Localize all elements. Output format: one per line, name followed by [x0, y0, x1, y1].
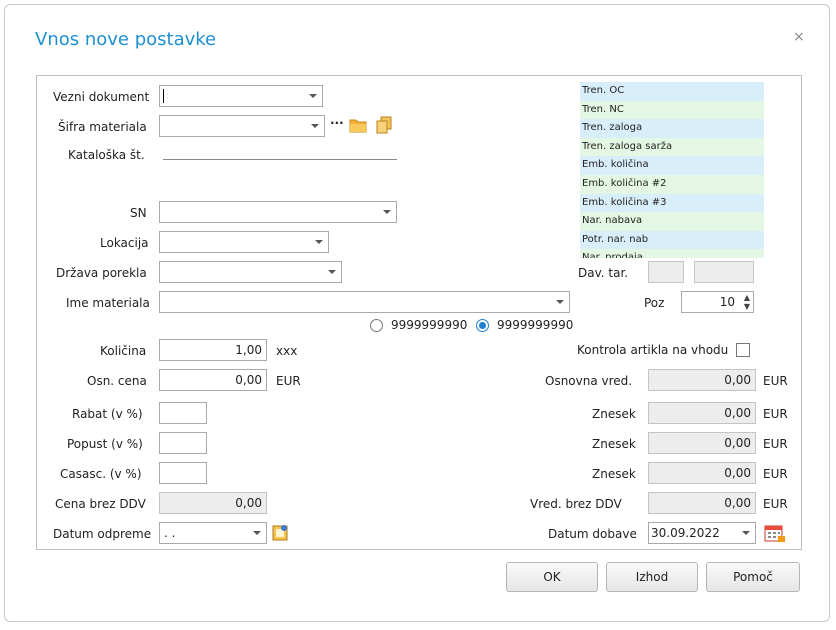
label-sifra-materiala: Šifra materiala — [58, 120, 147, 134]
label-osn-cena: Osn. cena — [87, 374, 147, 388]
sifra-materiala-select[interactable] — [159, 115, 325, 137]
osn-cena-input[interactable]: 0,00 — [159, 369, 267, 391]
radio-option-2-label: 9999999990 — [497, 318, 574, 332]
label-znesek-2: Znesek — [592, 437, 636, 451]
label-vred-brez-ddv: Vred. brez DDV — [530, 497, 622, 511]
lokacija-select[interactable] — [159, 231, 329, 253]
vred-brez-ddv-currency: EUR — [763, 497, 788, 511]
casasc-input[interactable] — [159, 462, 207, 484]
calendar-icon[interactable] — [764, 523, 786, 543]
datum-dobave-value: 30.09.2022 — [651, 526, 720, 540]
spin-up-icon[interactable]: ▲ — [744, 294, 750, 302]
sn-select[interactable] — [159, 201, 397, 223]
info-list: Tren. OC Tren. NC Tren. zaloga Tren. zal… — [580, 82, 764, 258]
dav-tar-field-1 — [648, 261, 684, 283]
ime-materiala-select[interactable] — [159, 291, 570, 313]
kolicina-input[interactable]: 1,00 — [159, 339, 267, 361]
info-item: Tren. OC — [580, 82, 764, 101]
label-popust: Popust (v %) — [67, 437, 143, 451]
label-kolicina: Količina — [100, 344, 147, 358]
label-cena-brez-ddv: Cena brez DDV — [55, 497, 146, 511]
chevron-down-icon — [315, 240, 323, 244]
info-item: Potr. nar. nab — [580, 230, 764, 250]
label-drzava: Država porekla — [56, 266, 147, 280]
label-casasc: Casasc. (v %) — [60, 467, 142, 481]
label-znesek-3: Znesek — [592, 467, 636, 481]
radio-option-1-label: 9999999990 — [391, 318, 468, 332]
izhod-button[interactable]: Izhod — [606, 562, 698, 592]
info-item: Tren. zaloga sarža — [580, 137, 764, 157]
label-znesek-1: Znesek — [592, 407, 636, 421]
chevron-down-icon — [328, 270, 336, 274]
label-sn: SN — [130, 206, 147, 220]
kolicina-unit: xxx — [276, 344, 298, 358]
label-datum-odpreme: Datum odpreme — [53, 527, 152, 541]
rabat-input[interactable] — [159, 402, 207, 424]
vezni-dokument-select[interactable] — [159, 85, 323, 107]
label-osnovna-vred: Osnovna vred. — [545, 374, 633, 388]
info-item: Nar. nabava — [580, 212, 764, 231]
kataloska-field[interactable] — [163, 159, 397, 160]
date-picker-icon[interactable] — [272, 524, 288, 541]
info-item: Tren. zaloga — [580, 119, 764, 138]
info-item: Emb. količina — [580, 156, 764, 175]
label-rabat: Rabat (v %) — [72, 407, 143, 421]
osnovna-vred-currency: EUR — [763, 374, 788, 388]
chevron-down-icon — [311, 124, 319, 128]
folder-icon[interactable] — [349, 117, 367, 133]
cena-brez-ddv-field: 0,00 — [159, 492, 267, 514]
label-kontrola: Kontrola artikla na vhodu — [577, 343, 729, 357]
info-item: Nar. prodaja — [580, 249, 764, 258]
chevron-down-icon — [253, 531, 261, 535]
znesek-1-currency: EUR — [763, 407, 788, 421]
radio-option-1[interactable] — [370, 319, 383, 332]
ok-button[interactable]: OK — [506, 562, 598, 592]
poz-spinner[interactable]: 10 ▲ ▼ — [681, 291, 754, 313]
info-item: Emb. količina #3 — [580, 193, 764, 213]
znesek-2-field: 0,00 — [648, 432, 756, 454]
znesek-2-currency: EUR — [763, 437, 788, 451]
spin-down-icon[interactable]: ▼ — [744, 303, 750, 311]
vred-brez-ddv-field: 0,00 — [648, 492, 756, 514]
info-item: Tren. NC — [580, 100, 764, 120]
pomoc-button[interactable]: Pomoč — [706, 562, 800, 592]
datum-odpreme-value: . . — [164, 526, 176, 540]
close-icon[interactable]: × — [793, 29, 805, 45]
label-kataloska: Kataloška št. — [68, 148, 145, 162]
dav-tar-field-2 — [694, 261, 754, 283]
label-datum-dobave: Datum dobave — [548, 527, 637, 541]
copy-icon[interactable] — [376, 116, 392, 134]
label-vezni-dokument: Vezni dokument — [53, 90, 150, 104]
znesek-3-currency: EUR — [763, 467, 788, 481]
label-lokacija: Lokacija — [100, 236, 149, 250]
info-item: Emb. količina #2 — [580, 174, 764, 194]
label-dav-tar: Dav. tar. — [578, 266, 629, 280]
dialog-title: Vnos nove postavke — [35, 29, 217, 50]
chevron-down-icon — [309, 94, 317, 98]
ellipsis-button[interactable]: ··· — [330, 116, 344, 130]
label-poz: Poz — [644, 296, 665, 310]
radio-option-2[interactable] — [476, 319, 489, 332]
datum-dobave-input[interactable]: 30.09.2022 — [648, 522, 756, 544]
drzava-select[interactable] — [159, 261, 342, 283]
znesek-1-field: 0,00 — [648, 402, 756, 424]
osnovna-vred-field: 0,00 — [648, 369, 756, 391]
chevron-down-icon — [383, 210, 391, 214]
osn-cena-currency: EUR — [276, 374, 301, 388]
chevron-down-icon — [742, 531, 750, 535]
kontrola-checkbox[interactable] — [736, 343, 750, 357]
znesek-3-field: 0,00 — [648, 462, 756, 484]
poz-value: 10 — [719, 295, 735, 309]
datum-odpreme-input[interactable]: . . — [159, 522, 267, 544]
popust-input[interactable] — [159, 432, 207, 454]
label-ime-materiala: Ime materiala — [66, 296, 150, 310]
chevron-down-icon — [556, 300, 564, 304]
text-cursor — [163, 89, 164, 103]
